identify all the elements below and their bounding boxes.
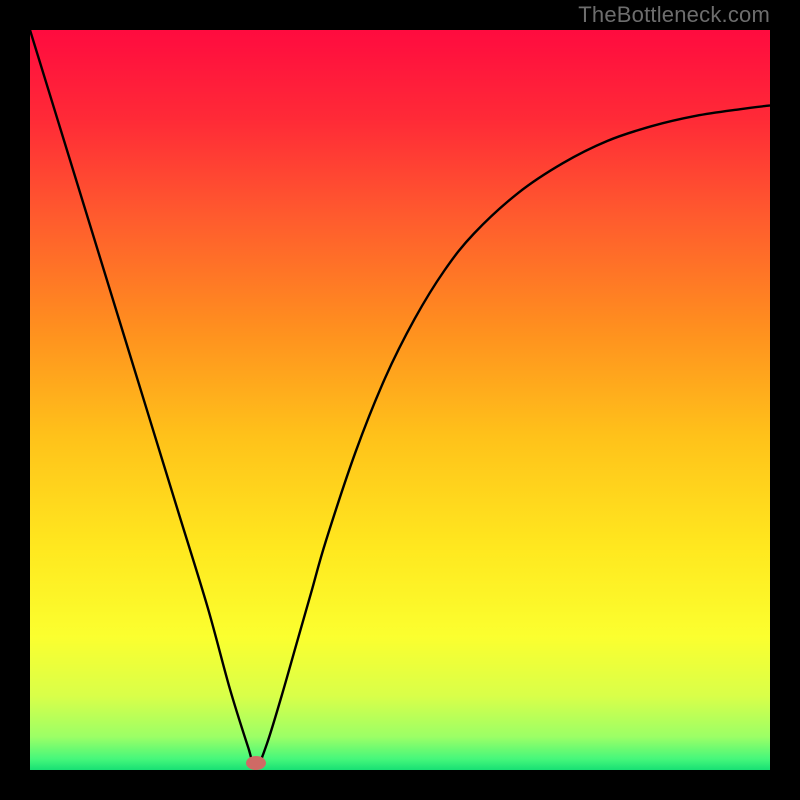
bottleneck-curve [30,30,770,770]
watermark-text: TheBottleneck.com [578,2,770,28]
optimal-point-marker [246,756,266,770]
plot-area [30,30,770,770]
chart-frame: TheBottleneck.com [0,0,800,800]
bottleneck-curve-path [30,30,770,769]
